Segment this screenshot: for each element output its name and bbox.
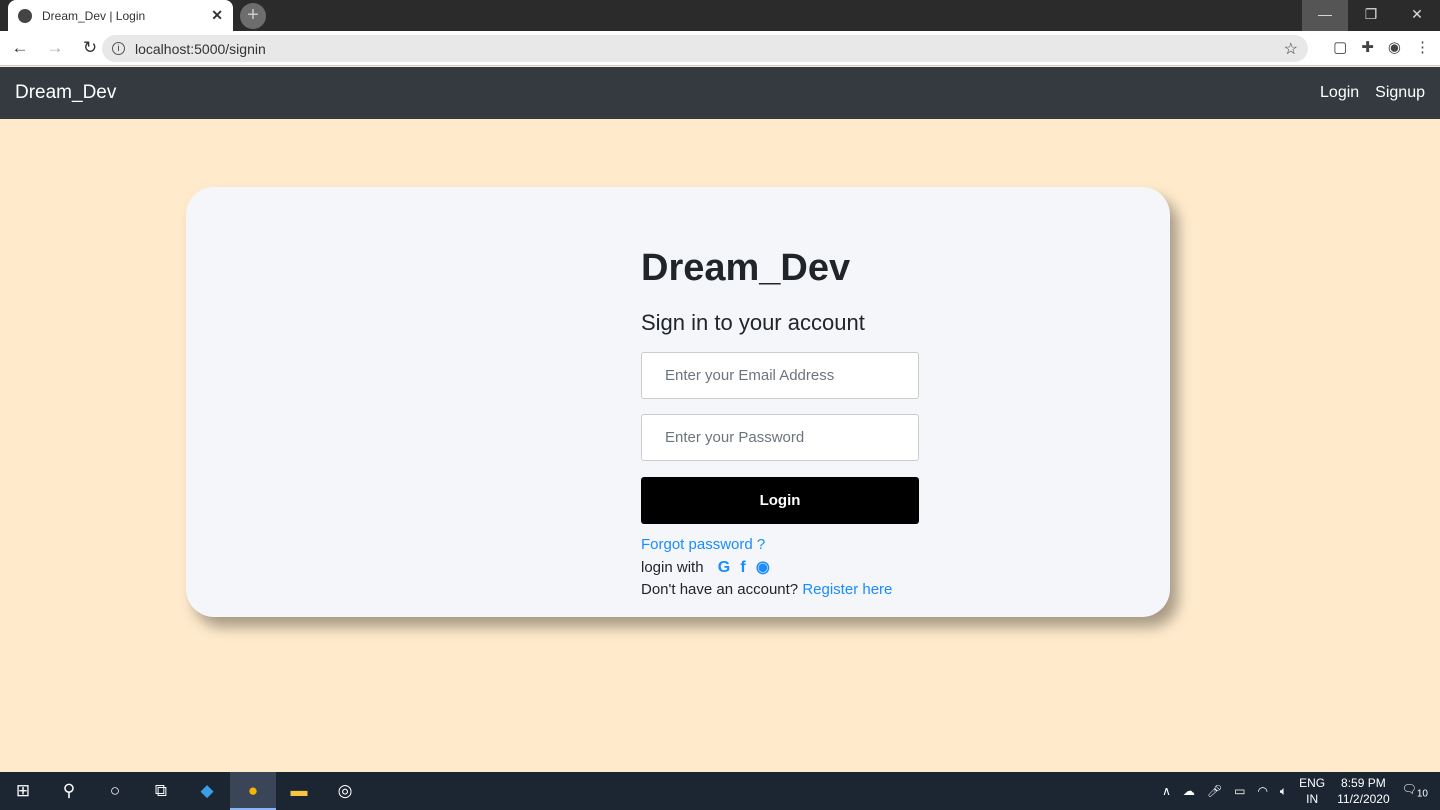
email-placeholder: Enter your Email Address <box>665 367 835 384</box>
volume-icon[interactable]: 🔈︎ <box>1280 784 1287 799</box>
battery-icon[interactable]: ▭ <box>1234 784 1245 798</box>
search-icon[interactable]: ⚲ <box>46 772 92 810</box>
globe-icon <box>18 8 32 23</box>
facebook-icon[interactable]: f <box>740 559 745 576</box>
taskbar: ⊞ ⚲ ○ ⧉ ◆ ● ▬ ◎ ∧ ☁ 🎤︎ ▭ ◠ 🔈︎ ENG IN 8:59… <box>0 772 1440 810</box>
login-card: Dream_Dev Sign in to your account Enter … <box>186 187 1170 617</box>
new-tab-button[interactable]: + <box>240 3 266 29</box>
chrome-icon[interactable]: ● <box>230 772 276 810</box>
onedrive-icon[interactable]: ☁ <box>1183 784 1195 798</box>
email-input[interactable]: Enter your Email Address <box>641 352 919 399</box>
browser-tab[interactable]: Dream_Dev | Login ✕ <box>8 0 233 31</box>
forgot-password-link[interactable]: Forgot password ? <box>641 536 765 553</box>
vscode-icon[interactable]: ◆ <box>184 772 230 810</box>
puzzle-icon[interactable]: ✚ <box>1361 38 1374 56</box>
bookmark-star-icon[interactable]: ☆ <box>1284 39 1298 59</box>
url-text: localhost:5000/signin <box>135 40 266 57</box>
address-bar: ← → ↻ i localhost:5000/signin ☆ ▢ ✚ ◉ ⋮ <box>0 31 1440 66</box>
forward-icon[interactable]: → <box>40 38 70 58</box>
menu-icon[interactable]: ⋮ <box>1415 38 1430 56</box>
back-icon[interactable]: ← <box>5 38 35 58</box>
url-input[interactable]: i localhost:5000/signin ☆ <box>102 35 1308 62</box>
task-view-icon[interactable]: ⧉ <box>138 772 184 810</box>
login-with-label: login with <box>641 558 704 576</box>
form-title: Dream_Dev <box>641 247 851 289</box>
microphone-icon[interactable]: 🎤︎ <box>1207 784 1222 798</box>
close-tab-icon[interactable]: ✕ <box>211 7 223 24</box>
password-input[interactable]: Enter your Password <box>641 414 919 461</box>
google-icon[interactable]: G <box>718 559 730 576</box>
restore-button[interactable]: ❐ <box>1348 0 1394 31</box>
notifications-icon[interactable]: 🗨︎10 <box>1402 782 1428 799</box>
login-button[interactable]: Login <box>641 477 919 524</box>
file-explorer-icon[interactable]: ▬ <box>276 772 322 810</box>
cortana-icon[interactable]: ○ <box>92 772 138 810</box>
windows-start-icon[interactable]: ⊞ <box>0 772 46 810</box>
profile-icon[interactable]: ◉ <box>1388 38 1401 56</box>
clock[interactable]: 8:59 PM 11/2/2020 <box>1337 775 1390 807</box>
close-window-button[interactable]: ✕ <box>1394 0 1440 31</box>
wifi-icon[interactable]: ◠ <box>1257 784 1267 798</box>
brand-link[interactable]: Dream_Dev <box>15 82 116 104</box>
form-subtitle: Sign in to your account <box>641 310 865 335</box>
github-icon[interactable]: ◉ <box>756 559 770 576</box>
info-icon[interactable]: i <box>112 42 125 55</box>
language-indicator[interactable]: ENG IN <box>1299 775 1325 807</box>
show-hidden-icon[interactable]: ∧ <box>1162 784 1171 798</box>
no-account-text: Don't have an account? <box>641 581 799 598</box>
password-placeholder: Enter your Password <box>665 429 805 446</box>
reload-icon[interactable]: ↻ <box>75 38 105 58</box>
navbar: Dream_Dev Login Signup <box>0 67 1440 119</box>
obs-icon[interactable]: ◎ <box>322 772 368 810</box>
tab-title: Dream_Dev | Login <box>42 8 146 23</box>
register-link[interactable]: Register here <box>802 581 892 598</box>
nav-login-link[interactable]: Login <box>1320 84 1359 102</box>
browser-tab-bar: Dream_Dev | Login ✕ + — ❐ ✕ <box>0 0 1440 31</box>
extension-icon[interactable]: ▢ <box>1333 38 1347 56</box>
minimize-button[interactable]: — <box>1302 0 1348 31</box>
nav-signup-link[interactable]: Signup <box>1375 84 1425 102</box>
